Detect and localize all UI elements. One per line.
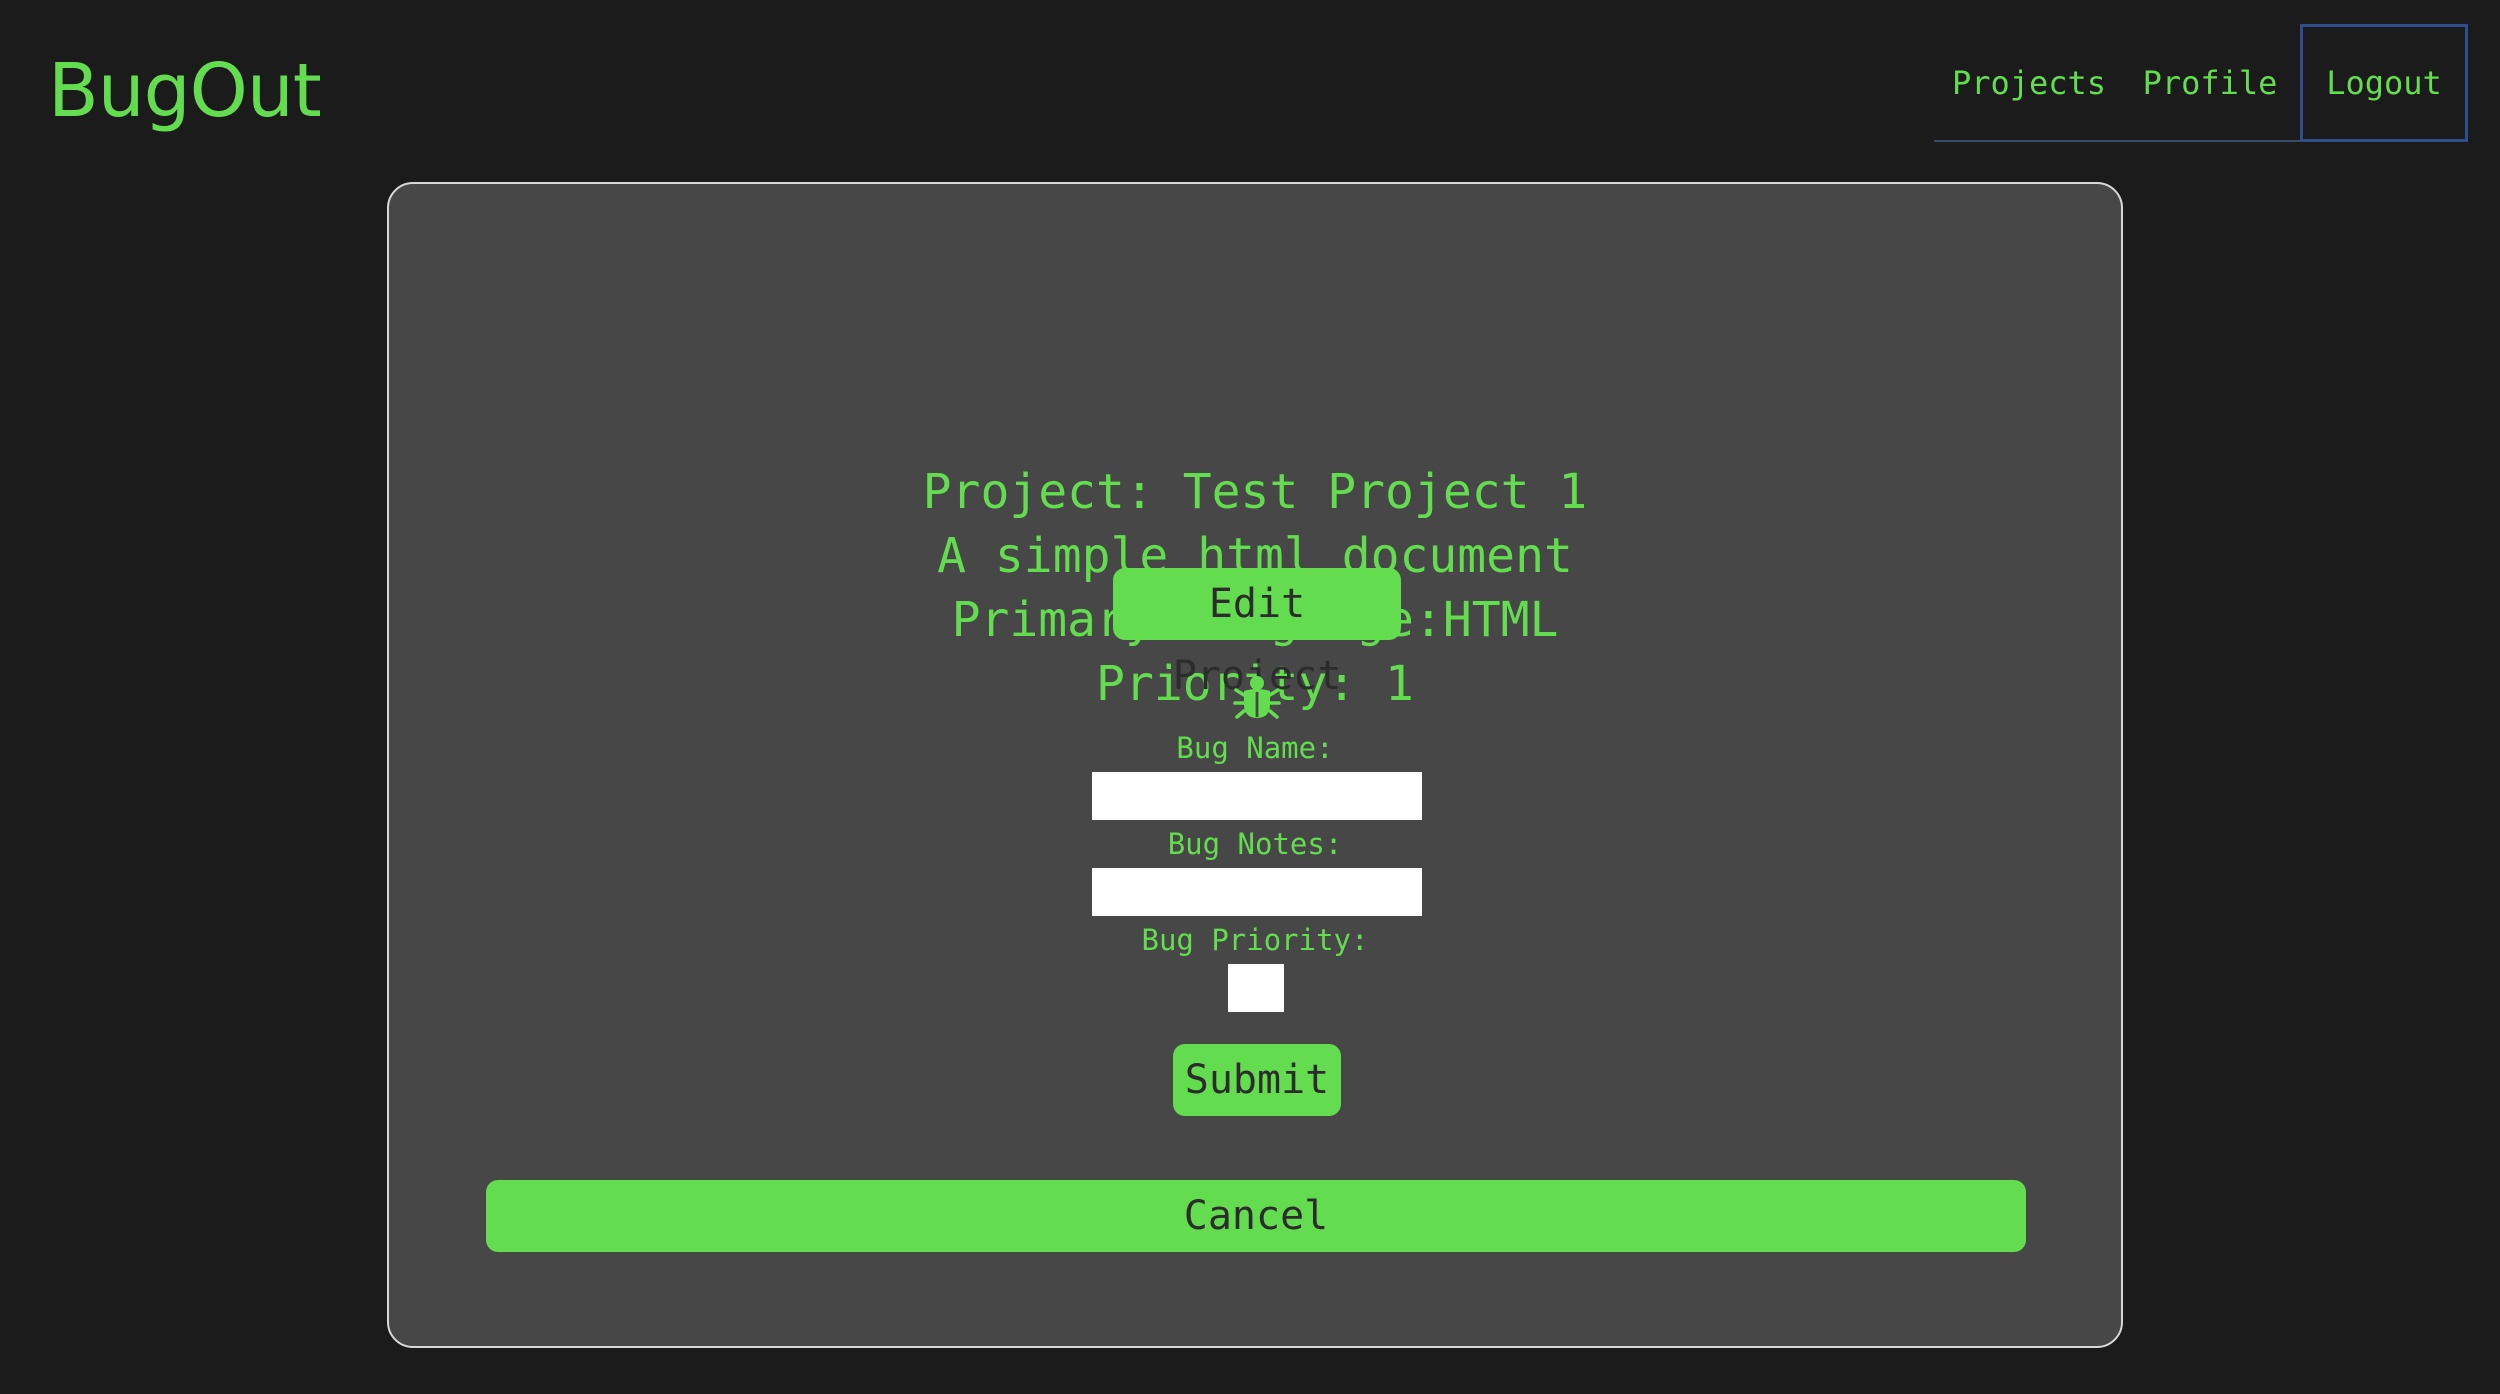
project-card: Project: Test Project 1 A simple html do… <box>387 182 2123 1348</box>
bug-priority-input[interactable] <box>1228 964 1284 1012</box>
edit-project-button[interactable]: Edit Project <box>1113 568 1401 699</box>
submit-button[interactable]: Submit <box>1173 1044 1341 1116</box>
nav-logout-link[interactable]: Logout <box>2300 24 2468 142</box>
app-logo: BugOut <box>48 48 322 134</box>
project-title: Project: Test Project 1 <box>922 464 1588 520</box>
bug-name-label: Bug Name: <box>1176 731 1334 765</box>
nav-profile-link[interactable]: Profile <box>2120 24 2300 142</box>
nav-projects-link[interactable]: Projects <box>1934 24 2124 142</box>
bug-notes-label: Bug Notes: <box>1167 827 1343 861</box>
top-nav: Projects Profile Logout <box>1934 24 2468 142</box>
cancel-button[interactable]: Cancel <box>486 1180 2026 1252</box>
bug-icon <box>1233 676 1281 719</box>
bug-notes-input[interactable] <box>1092 868 1422 916</box>
bug-priority-label: Bug Priority: <box>1141 923 1369 957</box>
bug-name-input[interactable] <box>1092 772 1422 820</box>
